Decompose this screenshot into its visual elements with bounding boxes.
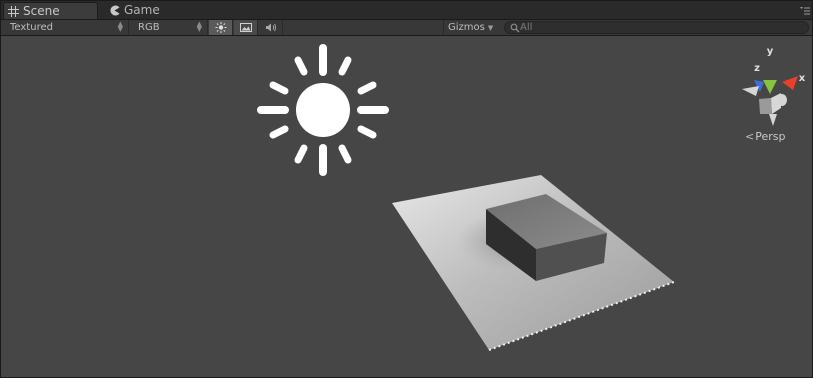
scene-viewport[interactable]: y x z <Persp <box>1 36 812 377</box>
chevron-down-icon: ▼ <box>487 24 494 32</box>
perspective-icon: < <box>745 130 755 143</box>
render-mode-value: Textured <box>10 22 53 33</box>
color-mode-dropdown[interactable]: RGB ▲ ▼ <box>129 20 208 35</box>
tab-game[interactable]: Game <box>105 2 195 19</box>
sun-icon <box>215 22 227 33</box>
panel-menu-icon[interactable] <box>800 7 810 15</box>
axis-y-cone[interactable] <box>763 80 777 94</box>
render-mode-dropdown[interactable]: Textured ▲ ▼ <box>1 20 129 35</box>
pacman-icon <box>110 5 120 16</box>
tab-scene[interactable]: Scene <box>3 2 98 19</box>
scene-view-window: Scene Game Textured ▲ ▼ RGB ▲ ▼ Gizmos ▼… <box>0 0 813 378</box>
dropdown-arrows-icon: ▲ ▼ <box>196 20 202 33</box>
image-icon <box>240 23 252 32</box>
axis-neg-z-cone[interactable] <box>777 94 787 106</box>
search-input[interactable] <box>520 21 800 33</box>
axis-y-label: y <box>767 46 774 57</box>
axis-neg-x-cone[interactable] <box>742 86 759 96</box>
scene-audio-toggle[interactable] <box>259 20 283 35</box>
scene-effects-toggle[interactable] <box>234 20 258 35</box>
scene-canvas: y x z <box>257 44 806 351</box>
axis-x-label: x <box>799 73 806 84</box>
projection-label: Persp <box>755 130 786 143</box>
search-icon <box>510 23 520 33</box>
axis-x-cone[interactable] <box>782 76 798 90</box>
color-mode-value: RGB <box>138 22 160 33</box>
orientation-gizmo[interactable]: y x z <box>742 46 806 126</box>
axis-z-label: z <box>754 63 760 74</box>
tab-game-label: Game <box>124 3 160 17</box>
search-box <box>504 21 809 34</box>
tab-strip: Scene Game <box>1 1 812 19</box>
dropdown-arrows-icon: ▲ ▼ <box>117 20 123 33</box>
gizmos-dropdown[interactable]: Gizmos ▼ <box>443 20 497 35</box>
speaker-icon <box>266 23 276 32</box>
grid-icon <box>8 6 19 17</box>
scene-toolbar: Textured ▲ ▼ RGB ▲ ▼ Gizmos ▼ All <box>1 19 812 36</box>
gizmos-label: Gizmos <box>448 22 485 33</box>
scene-lighting-toggle[interactable] <box>209 20 233 35</box>
tab-scene-label: Scene <box>23 4 60 18</box>
projection-toggle[interactable]: <Persp <box>745 130 785 143</box>
directional-light-icon[interactable] <box>257 44 389 176</box>
axis-neg-y-cone[interactable] <box>769 114 777 126</box>
